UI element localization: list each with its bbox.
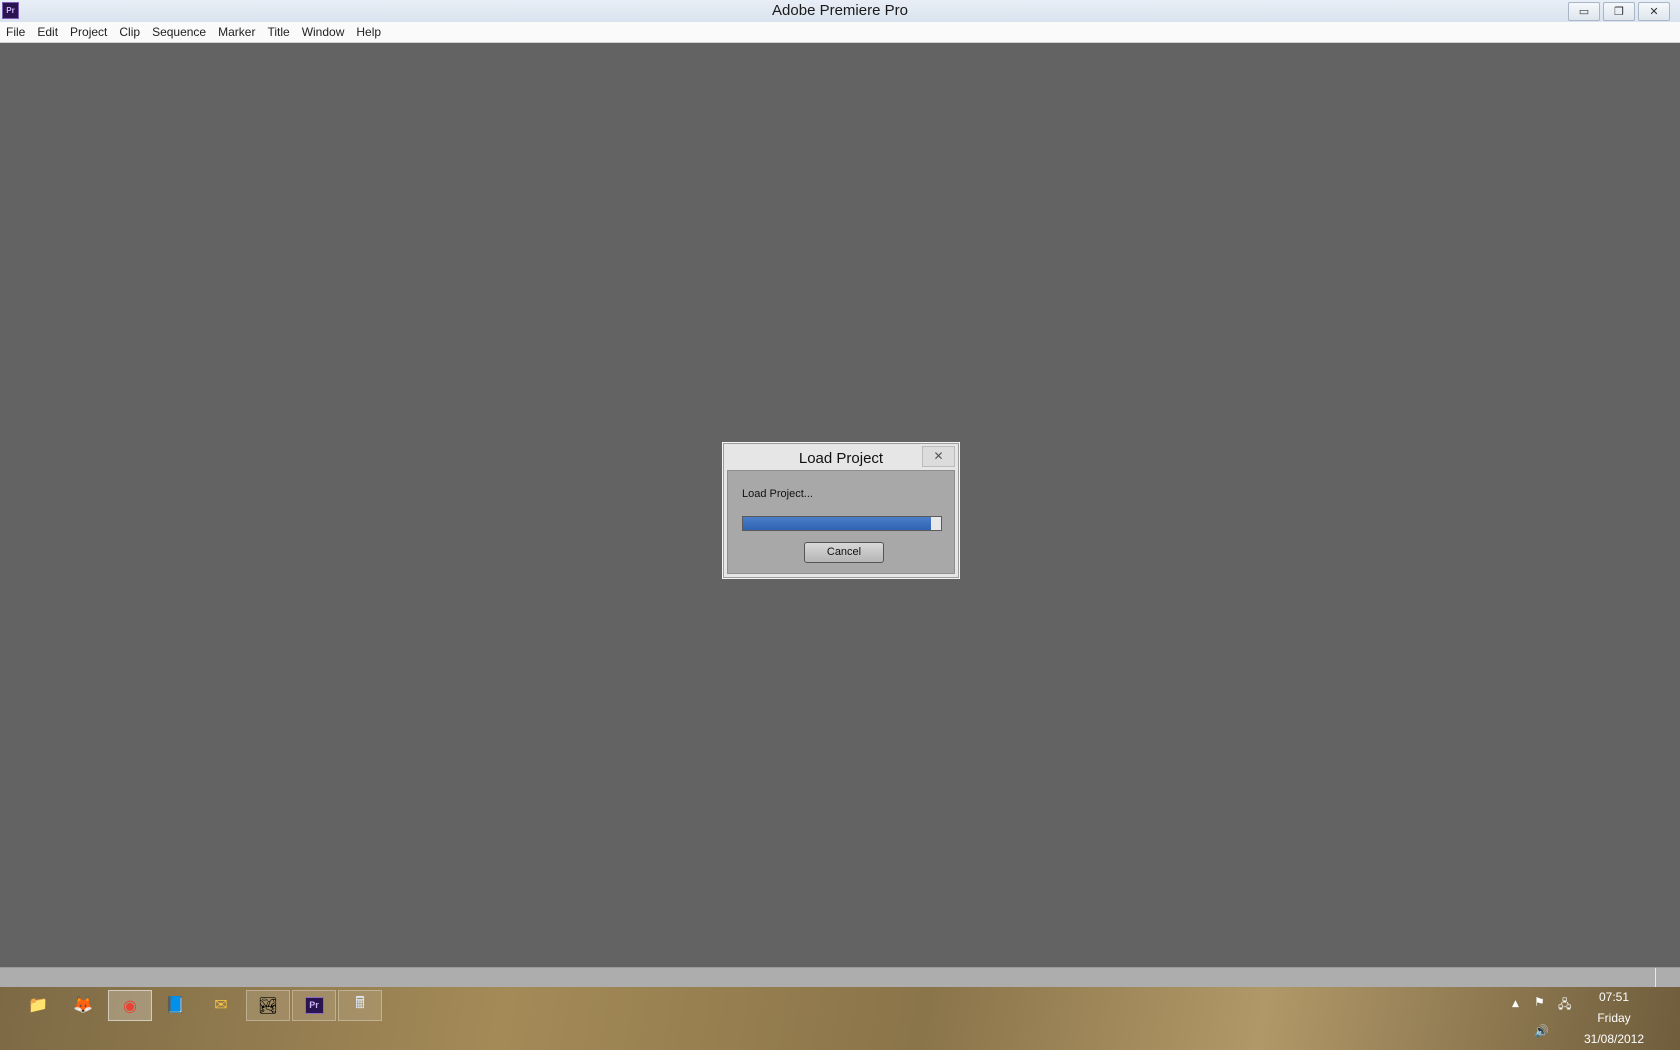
minimize-icon: ▭: [1578, 5, 1590, 18]
menu-marker[interactable]: Marker: [212, 25, 261, 39]
progress-fill: [743, 517, 932, 530]
window-controls: ▭ ❐ ✕: [1568, 2, 1670, 21]
taskbar-premiere[interactable]: Pr: [292, 990, 336, 1021]
network-icon[interactable]: 🖧: [1558, 995, 1571, 1016]
progress-bar: [742, 516, 942, 531]
menu-window[interactable]: Window: [296, 25, 351, 39]
menu-sequence[interactable]: Sequence: [146, 25, 212, 39]
window-title: Adobe Premiere Pro: [772, 2, 908, 19]
premiere-icon: Pr: [304, 997, 324, 1014]
volume-icon[interactable]: 🔊: [1534, 1024, 1549, 1038]
taskbar-mail[interactable]: ✉: [200, 990, 242, 1019]
file-explorer-icon: 📁: [28, 995, 48, 1014]
dialog-body: Load Project... Cancel: [727, 470, 955, 574]
menu-title[interactable]: Title: [261, 25, 295, 39]
menu-clip[interactable]: Clip: [113, 25, 146, 39]
close-icon: ✕: [1649, 5, 1659, 18]
menu-help[interactable]: Help: [350, 25, 387, 39]
taskbar-chrome[interactable]: ◉: [108, 990, 152, 1021]
dialog-close-button[interactable]: ✕: [922, 446, 955, 467]
load-project-dialog: Load Project ✕ Load Project... Cancel: [723, 443, 959, 578]
close-icon: ✕: [933, 449, 944, 463]
restore-icon: ❐: [1614, 5, 1624, 18]
close-button[interactable]: ✕: [1638, 2, 1670, 21]
status-strip: [0, 967, 1680, 988]
calculator-icon: 🖩: [355, 993, 365, 1012]
restore-button[interactable]: ❐: [1603, 2, 1635, 21]
taskbar-notepad[interactable]: 📘: [154, 990, 196, 1019]
notepad-icon: 📘: [165, 995, 185, 1014]
clock-date: 31/08/2012: [1583, 1032, 1645, 1046]
action-center-flag-icon[interactable]: ⚑: [1534, 995, 1545, 1009]
clock-day: Friday: [1597, 1011, 1631, 1025]
status-divider: [1655, 968, 1656, 988]
taskbar-firefox[interactable]: 🦊: [62, 990, 104, 1019]
mail-icon: ✉: [214, 995, 228, 1014]
firefox-icon: 🦊: [73, 995, 93, 1014]
dialog-message: Load Project...: [742, 488, 813, 500]
menu-bar: File Edit Project Clip Sequence Marker T…: [0, 22, 1680, 43]
clock[interactable]: 07:51 Friday 31/08/2012: [1574, 987, 1654, 1050]
taskbar-photos[interactable]: 🏞: [246, 990, 290, 1021]
menu-project[interactable]: Project: [64, 25, 113, 39]
taskbar: 📁 🦊 ◉ 📘 ✉ 🏞 Pr 🖩 ▲ ⚑ 🖧 🔊 07:51 Friday 31…: [0, 987, 1680, 1050]
menu-file[interactable]: File: [0, 25, 31, 39]
taskbar-calculator[interactable]: 🖩: [338, 990, 382, 1021]
menu-edit[interactable]: Edit: [31, 25, 64, 39]
clock-time: 07:51: [1598, 990, 1630, 1004]
chrome-icon: ◉: [123, 996, 137, 1015]
show-hidden-icons-button[interactable]: ▲: [1512, 999, 1519, 1009]
photos-icon: 🏞: [257, 996, 279, 1015]
cancel-button[interactable]: Cancel: [804, 542, 884, 563]
minimize-button[interactable]: ▭: [1568, 2, 1600, 21]
title-bar: Pr Adobe Premiere Pro ▭ ❐ ✕: [0, 0, 1680, 23]
taskbar-file-explorer[interactable]: 📁: [17, 990, 59, 1019]
